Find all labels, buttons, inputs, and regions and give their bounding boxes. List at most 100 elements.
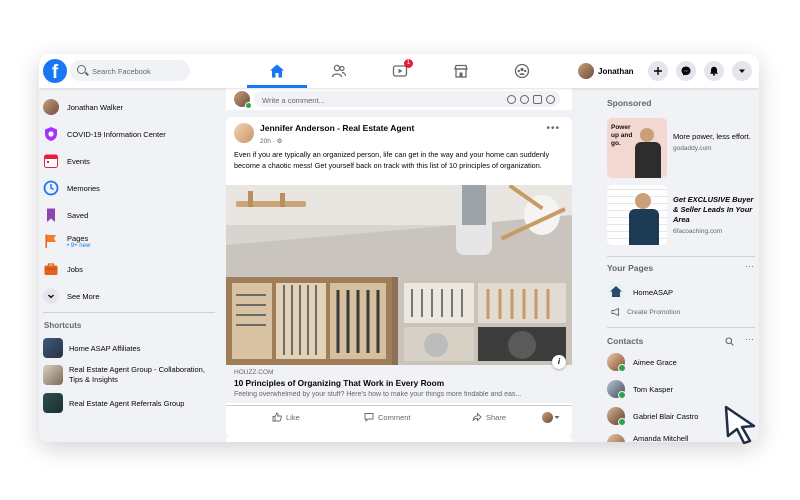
sidebar-item-label: Jonathan Walker (67, 102, 124, 112)
profile-name: Jonathan (598, 66, 634, 76)
shortcuts-title: Shortcuts (44, 321, 82, 330)
shortcut-label: Real Estate Agent Group - Collaboration,… (69, 365, 205, 384)
sidebar-item-memories[interactable]: Memories (43, 177, 100, 199)
sidebar-item-profile[interactable]: Jonathan Walker (43, 96, 123, 118)
profile-chip[interactable]: Jonathan (578, 61, 634, 81)
avatar (607, 380, 626, 399)
ad-text: Get EXCLUSIVE Buyer & Seller Leads In Yo… (673, 195, 757, 237)
tab-watch[interactable]: 1 (370, 54, 430, 88)
sidebar-item-label: Saved (67, 210, 89, 220)
browser-window: f 1 Jonathan (39, 54, 759, 442)
caret-down-icon (554, 416, 560, 419)
post-actions: Like Comment Share (226, 405, 572, 428)
avatar (542, 411, 553, 423)
create-button[interactable] (648, 61, 668, 81)
friends-icon (331, 64, 347, 78)
post-image[interactable] (226, 185, 572, 365)
link-title[interactable]: 10 Principles of Organizing That Work in… (234, 378, 444, 388)
group-thumbnail (43, 393, 63, 413)
search-box[interactable] (70, 60, 190, 81)
post-author[interactable]: Jennifer Anderson - Real Estate Agent (260, 123, 414, 133)
shortcut-item[interactable]: Real Estate Agent Group - Collaboration,… (43, 365, 213, 385)
online-indicator (245, 102, 252, 109)
gif-icon[interactable] (533, 95, 542, 104)
shortcut-item[interactable]: Real Estate Agent Referrals Group (43, 393, 213, 413)
messenger-icon (681, 66, 691, 76)
comment-button[interactable]: Comment (364, 406, 411, 428)
search-icon[interactable] (725, 337, 734, 346)
avatar[interactable] (234, 123, 254, 143)
more-options-icon[interactable]: ··· (745, 261, 754, 271)
page-name: HomeASAP (633, 287, 674, 297)
sidebar-item-saved[interactable]: Saved (43, 204, 88, 226)
contact-item[interactable]: Amanda Mitchell (607, 434, 688, 442)
group-thumbnail (43, 338, 63, 358)
camera-icon[interactable] (520, 95, 529, 104)
facebook-logo-icon[interactable]: f (43, 59, 67, 83)
more-options-icon[interactable]: ··· (745, 334, 754, 344)
sidebar-item-pages[interactable]: Pages • 9+ new (43, 228, 90, 254)
sidebar-item-jobs[interactable]: Jobs (43, 258, 83, 280)
online-indicator (618, 391, 626, 399)
marketplace-icon (454, 64, 468, 78)
see-more-button[interactable]: See More (43, 285, 100, 307)
messenger-button[interactable] (676, 61, 696, 81)
notifications-button[interactable] (704, 61, 724, 81)
sidebar-item-label: Memories (67, 183, 100, 193)
comment-input[interactable] (260, 92, 494, 108)
contacts-title: Contacts (607, 336, 644, 346)
tab-marketplace[interactable] (431, 54, 491, 88)
sidebar-item-label: Events (67, 156, 90, 166)
sticker-icon[interactable] (546, 95, 555, 104)
more-options-icon[interactable]: ••• (546, 123, 560, 134)
ad-image[interactable]: Power up and go. (607, 118, 667, 178)
like-button[interactable]: Like (272, 406, 300, 428)
emoji-icon[interactable] (507, 95, 516, 104)
tab-groups[interactable] (492, 54, 552, 88)
contact-name: Gabriel Blair Castro (633, 411, 699, 421)
avatar (43, 99, 59, 115)
link-preview[interactable]: i HOUZZ.COM 10 Principles of Organizing … (226, 355, 572, 403)
tab-home[interactable] (247, 54, 307, 88)
create-promotion-button[interactable]: Create Promotion (607, 307, 680, 317)
megaphone-icon (611, 307, 619, 317)
contact-name: Amanda Mitchell (633, 434, 689, 442)
notification-badge: 1 (404, 59, 413, 68)
contact-item[interactable]: Tom Kasper (607, 380, 673, 399)
contact-item[interactable]: Gabriel Blair Castro (607, 407, 699, 426)
top-navigation-bar: f 1 Jonathan (39, 54, 759, 88)
sidebar-item-covid[interactable]: COVID-19 Information Center (43, 123, 166, 145)
page-item-homeasap[interactable]: HomeASAP (607, 283, 673, 301)
feed-post: Jennifer Anderson - Real Estate Agent 20… (226, 117, 572, 437)
contact-name: Aimee Grace (633, 357, 677, 367)
caret-down-icon (739, 69, 745, 73)
page-logo-icon (607, 283, 625, 301)
sidebar-item-label: Jobs (67, 264, 83, 274)
post-as-selector[interactable] (542, 406, 565, 428)
comment-composer (226, 88, 572, 110)
gear-icon: ⚙ (276, 138, 283, 145)
briefcase-icon (43, 261, 59, 277)
share-icon (472, 412, 482, 422)
search-input[interactable] (90, 63, 189, 80)
comment-field[interactable] (254, 91, 560, 108)
sidebar-item-events[interactable]: Events (43, 150, 90, 172)
share-button[interactable]: Share (472, 406, 506, 428)
link-domain: HOUZZ.COM (234, 369, 274, 376)
shortcut-item[interactable]: Home ASAP Affiliates (43, 338, 213, 358)
chevron-down-icon (43, 288, 59, 304)
post-time[interactable]: 20h (260, 138, 271, 145)
account-menu-button[interactable] (732, 61, 752, 81)
ad-domain: 6facoaching.com (673, 228, 723, 235)
contact-item[interactable]: Aimee Grace (607, 353, 677, 372)
bookmark-icon (43, 207, 59, 223)
home-icon (270, 64, 284, 78)
left-sidebar: Jonathan Walker COVID-19 Information Cen… (39, 88, 219, 442)
tab-friends[interactable] (309, 54, 369, 88)
info-icon[interactable]: i (552, 355, 566, 369)
post-meta: 20h · ⚙ (260, 138, 283, 145)
avatar (607, 407, 626, 426)
ad-text: More power, less effort. godaddy.com (673, 132, 759, 154)
ad-image[interactable] (607, 185, 667, 245)
thumbs-up-icon (272, 412, 282, 422)
